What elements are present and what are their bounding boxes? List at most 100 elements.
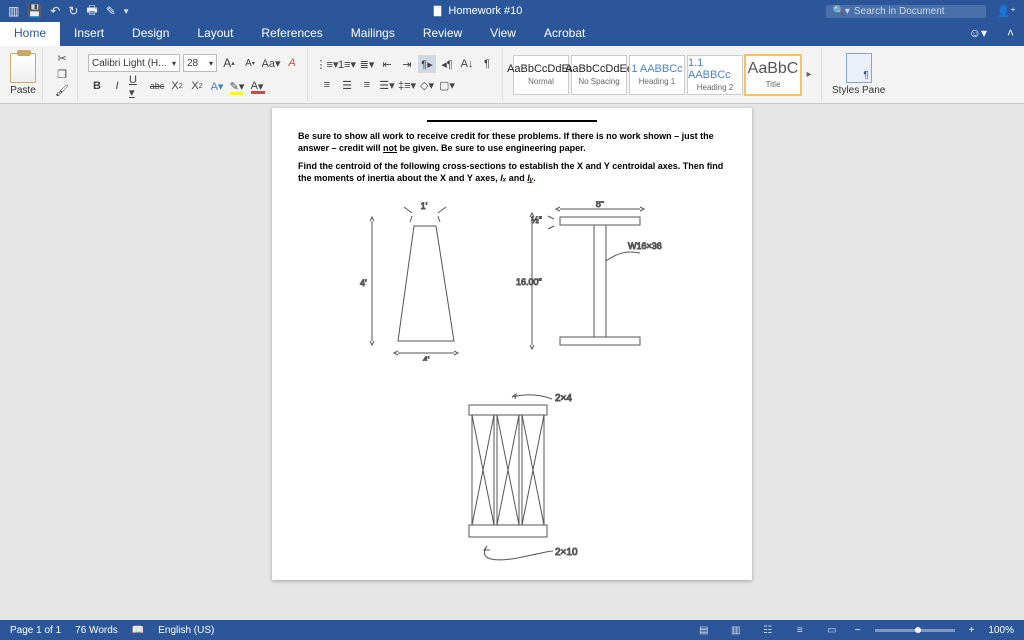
style-heading2[interactable]: 1.1 AABBCcHeading 2 bbox=[687, 55, 743, 95]
tab-references[interactable]: References bbox=[247, 22, 336, 46]
print-icon[interactable]: 🖶 bbox=[86, 1, 97, 22]
search-input[interactable]: 🔍▾ Search in Document bbox=[826, 5, 986, 18]
undo-icon[interactable]: ↶ bbox=[50, 4, 60, 18]
grow-font-icon[interactable]: A▴ bbox=[220, 54, 238, 72]
shading-icon[interactable]: ◇▾ bbox=[418, 76, 436, 94]
dec-indent-icon[interactable]: ⇤ bbox=[378, 55, 396, 73]
change-case-icon[interactable]: Aa▾ bbox=[262, 54, 280, 72]
line-spacing-icon[interactable]: ‡≡▾ bbox=[398, 76, 416, 94]
bold-button[interactable]: B bbox=[88, 77, 106, 95]
style-nospacing[interactable]: AaBbCcDdEeNo Spacing bbox=[571, 55, 627, 95]
paragraph-1: Be sure to show all work to receive cred… bbox=[298, 130, 726, 154]
title-bar: ▥ 💾 ↶ ↻ 🖶 ✎ ▾ Homework #10 🔍▾ Search in … bbox=[0, 0, 1024, 22]
strikethrough-button[interactable]: abc bbox=[148, 77, 166, 95]
paste-button[interactable] bbox=[10, 53, 36, 83]
text-effects-icon[interactable]: A▾ bbox=[208, 77, 226, 95]
figure-2: 8" ½" 16.00" W16×36 bbox=[510, 201, 670, 371]
paste-label: Paste bbox=[10, 85, 36, 96]
justify-icon[interactable]: ☰▾ bbox=[378, 76, 396, 94]
align-left-icon[interactable]: ≡ bbox=[318, 76, 336, 94]
draft-view-icon[interactable]: ▭ bbox=[823, 623, 841, 637]
web-layout-icon[interactable]: ☷ bbox=[759, 623, 777, 637]
style-title[interactable]: AaBbCTitle bbox=[745, 55, 801, 95]
redo-icon[interactable]: ↻ bbox=[68, 4, 78, 18]
multilevel-icon[interactable]: ≣▾ bbox=[358, 55, 376, 73]
svg-text:2×4: 2×4 bbox=[555, 393, 572, 404]
inc-indent-icon[interactable]: ⇥ bbox=[398, 55, 416, 73]
focus-view-icon[interactable]: ▤ bbox=[695, 623, 713, 637]
italic-button[interactable]: I bbox=[108, 77, 126, 95]
borders-icon[interactable]: ▢▾ bbox=[438, 76, 456, 94]
tab-acrobat[interactable]: Acrobat bbox=[530, 22, 599, 46]
bullets-icon[interactable]: ⋮≡▾ bbox=[318, 55, 336, 73]
clear-format-icon[interactable]: A bbox=[283, 54, 301, 72]
collapse-ribbon-icon[interactable]: ˄ bbox=[997, 22, 1024, 46]
document-title-text: Homework #10 bbox=[448, 5, 522, 17]
outline-view-icon[interactable]: ≡ bbox=[791, 623, 809, 637]
style-normal[interactable]: AaBbCcDdEeNormal bbox=[513, 55, 569, 95]
document-area[interactable]: Be sure to show all work to receive cred… bbox=[0, 104, 1024, 620]
font-size-select[interactable]: 28▾ bbox=[183, 54, 217, 72]
page-indicator[interactable]: Page 1 of 1 bbox=[10, 625, 61, 636]
subscript-button[interactable]: X2 bbox=[168, 77, 186, 95]
styles-group: AaBbCcDdEeNormal AaBbCcDdEeNo Spacing 1 … bbox=[507, 48, 822, 101]
copy-icon[interactable]: ❐ bbox=[53, 66, 71, 82]
print-layout-icon[interactable]: ▥ bbox=[727, 623, 745, 637]
tab-mailings[interactable]: Mailings bbox=[337, 22, 409, 46]
svg-text:4': 4' bbox=[423, 355, 430, 361]
shrink-font-icon[interactable]: A▾ bbox=[241, 54, 259, 72]
svg-text:2×10: 2×10 bbox=[555, 547, 578, 558]
qat-more-icon[interactable]: ▾ bbox=[124, 6, 129, 17]
styles-more-icon[interactable]: ▸ bbox=[803, 69, 815, 80]
svg-text:4': 4' bbox=[360, 278, 367, 288]
paragraph-group: ⋮≡▾ 1≡▾ ≣▾ ⇤ ⇥ ¶▸ ◂¶ A↓ ¶ ≡ ☰ ≡ ☰▾ ‡≡▾ ◇… bbox=[312, 48, 503, 101]
underline-button[interactable]: U ▾ bbox=[128, 77, 146, 95]
styles-pane-group: Styles Pane bbox=[826, 48, 891, 101]
format-painter-icon[interactable]: 🖌 bbox=[53, 83, 71, 99]
numbering-icon[interactable]: 1≡▾ bbox=[338, 55, 356, 73]
ltr-icon[interactable]: ¶▸ bbox=[418, 55, 436, 73]
document-title: Homework #10 bbox=[136, 5, 818, 17]
word-count[interactable]: 76 Words bbox=[75, 625, 118, 636]
zoom-slider[interactable] bbox=[875, 629, 955, 632]
save-icon[interactable]: 💾 bbox=[27, 4, 42, 18]
sort-icon[interactable]: A↓ bbox=[458, 55, 476, 73]
tab-view[interactable]: View bbox=[476, 22, 530, 46]
align-right-icon[interactable]: ≡ bbox=[358, 76, 376, 94]
style-heading1[interactable]: 1 AABBCcHeading 1 bbox=[629, 55, 685, 95]
superscript-button[interactable]: X2 bbox=[188, 77, 206, 95]
zoom-out-button[interactable]: − bbox=[855, 625, 861, 636]
tab-insert[interactable]: Insert bbox=[60, 22, 118, 46]
tab-design[interactable]: Design bbox=[118, 22, 183, 46]
document-icon bbox=[432, 5, 444, 17]
tab-home[interactable]: Home bbox=[0, 22, 60, 46]
feedback-icon[interactable]: ☺▾ bbox=[959, 22, 997, 46]
zoom-in-button[interactable]: + bbox=[969, 625, 975, 636]
svg-text:1': 1' bbox=[421, 201, 428, 211]
styles-pane-button[interactable] bbox=[846, 53, 872, 83]
edit-icon[interactable]: ✎ bbox=[106, 4, 116, 18]
zoom-level[interactable]: 100% bbox=[988, 625, 1014, 636]
highlight-icon[interactable]: ✎▾ bbox=[228, 77, 246, 95]
ribbon-tabs: Home Insert Design Layout References Mai… bbox=[0, 22, 1024, 46]
svg-text:W16×36: W16×36 bbox=[628, 241, 662, 251]
search-icon: 🔍▾ bbox=[832, 6, 849, 17]
cut-icon[interactable]: ✂ bbox=[53, 50, 71, 66]
language-indicator[interactable]: English (US) bbox=[158, 625, 214, 636]
share-icon[interactable]: 👤⁺ bbox=[996, 5, 1016, 18]
font-color-icon[interactable]: A▾ bbox=[248, 77, 266, 95]
tab-layout[interactable]: Layout bbox=[183, 22, 247, 46]
title-right: 🔍▾ Search in Document 👤⁺ bbox=[818, 5, 1024, 18]
svg-text:16.00": 16.00" bbox=[516, 277, 542, 287]
ribbon: Paste ✂ ❐ 🖌 Calibri Light (H...▾ 28▾ A▴ … bbox=[0, 46, 1024, 104]
show-para-icon[interactable]: ¶ bbox=[478, 55, 496, 73]
rtl-icon[interactable]: ◂¶ bbox=[438, 55, 456, 73]
tab-review[interactable]: Review bbox=[409, 22, 476, 46]
svg-text:½": ½" bbox=[531, 215, 542, 225]
page: Be sure to show all work to receive cred… bbox=[272, 108, 752, 580]
align-center-icon[interactable]: ☰ bbox=[338, 76, 356, 94]
sidebar-toggle-icon[interactable]: ▥ bbox=[8, 4, 19, 18]
spellcheck-icon[interactable]: 📖 bbox=[132, 625, 144, 636]
font-family-select[interactable]: Calibri Light (H...▾ bbox=[88, 54, 180, 72]
status-bar: Page 1 of 1 76 Words 📖 English (US) ▤ ▥ … bbox=[0, 620, 1024, 640]
